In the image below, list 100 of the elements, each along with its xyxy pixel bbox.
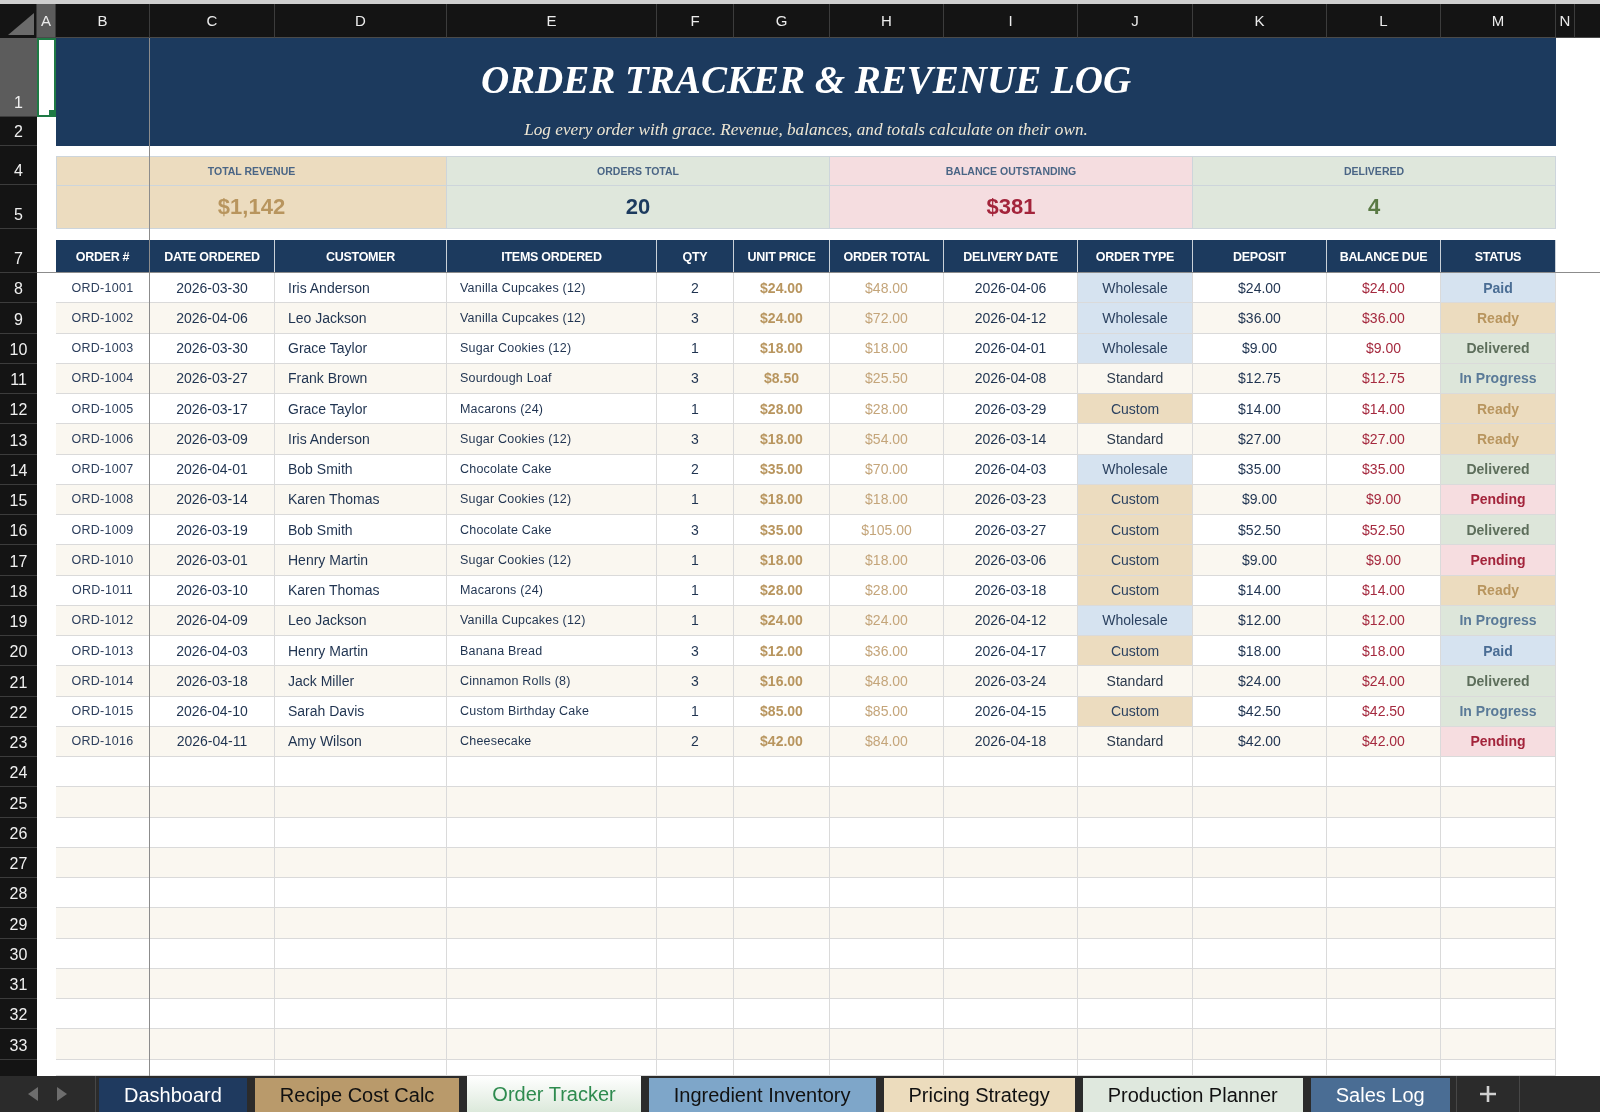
- table-cell: ORD-1008: [56, 484, 150, 515]
- table-cell: 1: [657, 394, 734, 425]
- column-letter[interactable]: A: [37, 4, 56, 38]
- table-cell: $85.00: [734, 696, 830, 727]
- status-cell: Ready: [1441, 394, 1556, 425]
- order-type-cell: Standard: [1078, 363, 1193, 394]
- table-cell: 1: [657, 333, 734, 364]
- table-cell: Sugar Cookies (12): [447, 333, 657, 364]
- table-cell: $35.00: [734, 454, 830, 485]
- table-cell: $12.00: [1193, 605, 1327, 636]
- order-type-cell: Standard: [1078, 666, 1193, 697]
- table-cell: 2026-03-30: [150, 273, 275, 304]
- table-heading: DATE ORDERED: [150, 240, 275, 273]
- order-type-cell: Standard: [1078, 726, 1193, 757]
- status-cell: Pending: [1441, 545, 1556, 576]
- sheet-tab[interactable]: Production Planner: [1082, 1078, 1303, 1112]
- sheet-tab[interactable]: Dashboard: [99, 1078, 247, 1112]
- table-cell: Sugar Cookies (12): [447, 545, 657, 576]
- status-cell: Pending: [1441, 484, 1556, 515]
- order-type-cell: Standard: [1078, 424, 1193, 455]
- table-cell: Chocolate Cake: [447, 515, 657, 546]
- table-cell: 2026-04-03: [150, 636, 275, 667]
- table-cell: $24.00: [734, 605, 830, 636]
- add-sheet-button[interactable]: [1455, 1076, 1520, 1112]
- sheet-tab[interactable]: Order Tracker: [467, 1076, 641, 1112]
- table-cell: 2: [657, 454, 734, 485]
- table-cell: $12.75: [1327, 363, 1441, 394]
- table-cell: $42.00: [734, 726, 830, 757]
- table-cell: Banana Bread: [447, 636, 657, 667]
- table-cell: $14.00: [1193, 394, 1327, 425]
- table-cell: 2026-04-12: [944, 605, 1078, 636]
- table-cell: Sarah Davis: [275, 696, 447, 727]
- table-cell: $42.00: [1327, 726, 1441, 757]
- row-number[interactable]: 1: [0, 38, 37, 117]
- table-cell: Vanilla Cupcakes (12): [447, 273, 657, 304]
- table-cell: 2026-03-14: [150, 484, 275, 515]
- table-cell: 1: [657, 484, 734, 515]
- sheet-tab[interactable]: Pricing Strategy: [883, 1078, 1075, 1112]
- table-cell: 2: [657, 726, 734, 757]
- table-heading: QTY: [657, 240, 734, 273]
- order-type-cell: Wholesale: [1078, 454, 1193, 485]
- sheet-subtitle: Log every order with grace. Revenue, balances, and totals calculate on their own.: [524, 119, 1088, 141]
- table-cell: Jack Miller: [275, 666, 447, 697]
- left-arrow-icon[interactable]: [27, 1087, 38, 1101]
- table-cell: Karen Thomas: [275, 484, 447, 515]
- order-type-cell: Custom: [1078, 696, 1193, 727]
- corner-triangle-icon[interactable]: [8, 13, 34, 35]
- table-heading: BALANCE DUE: [1327, 240, 1441, 273]
- table-cell: $36.00: [1193, 303, 1327, 334]
- table-cell: 2026-04-03: [944, 454, 1078, 485]
- table-cell: 2026-04-01: [944, 333, 1078, 364]
- table-cell: 2026-04-08: [944, 363, 1078, 394]
- table-cell: 1: [657, 696, 734, 727]
- table-cell: 2026-04-12: [944, 303, 1078, 334]
- summary-value: $381: [986, 194, 1036, 220]
- table-cell: $24.00: [1327, 666, 1441, 697]
- right-arrow-icon[interactable]: [57, 1087, 68, 1101]
- table-heading: DELIVERY DATE: [944, 240, 1078, 273]
- table-cell: $24.00: [1193, 666, 1327, 697]
- sheet-tab[interactable]: Ingredient Inventory: [648, 1078, 876, 1112]
- table-cell: Vanilla Cupcakes (12): [447, 605, 657, 636]
- table-cell: 3: [657, 363, 734, 394]
- order-type-cell: Custom: [1078, 636, 1193, 667]
- table-cell: $36.00: [830, 636, 944, 667]
- table-cell: $12.00: [1327, 605, 1441, 636]
- table-cell: $35.00: [734, 515, 830, 546]
- status-cell: In Progress: [1441, 363, 1556, 394]
- table-cell: 2026-03-17: [150, 394, 275, 425]
- table-cell: $35.00: [1193, 454, 1327, 485]
- summary-value: 20: [625, 194, 651, 220]
- table-heading: CUSTOMER: [275, 240, 447, 273]
- table-cell: Leo Jackson: [275, 303, 447, 334]
- table-cell: $18.00: [830, 484, 944, 515]
- table-cell: 2: [657, 273, 734, 304]
- sheet-tab[interactable]: Recipe Cost Calc: [254, 1078, 460, 1112]
- table-cell: $72.00: [830, 303, 944, 334]
- table-cell: $24.00: [1327, 273, 1441, 304]
- table-cell: $52.50: [1327, 515, 1441, 546]
- table-cell: 2026-04-18: [944, 726, 1078, 757]
- table-cell: Custom Birthday Cake: [447, 696, 657, 727]
- table-cell: 2026-03-01: [150, 545, 275, 576]
- table-cell: $14.00: [1193, 575, 1327, 606]
- summary-value: $1,142: [217, 194, 286, 220]
- table-cell: $18.00: [830, 545, 944, 576]
- table-cell: Amy Wilson: [275, 726, 447, 757]
- table-cell: Karen Thomas: [275, 575, 447, 606]
- table-cell: 1: [657, 575, 734, 606]
- status-cell: Delivered: [1441, 666, 1556, 697]
- table-cell: 3: [657, 424, 734, 455]
- table-cell: 2026-03-09: [150, 424, 275, 455]
- table-cell: ORD-1002: [56, 303, 150, 334]
- table-cell: ORD-1004: [56, 363, 150, 394]
- table-cell: 1: [657, 605, 734, 636]
- sheet-tab[interactable]: Sales Log: [1310, 1078, 1450, 1112]
- status-cell: Delivered: [1441, 515, 1556, 546]
- table-heading: STATUS: [1441, 240, 1556, 273]
- table-cell: Vanilla Cupcakes (12): [447, 303, 657, 334]
- table-heading: ORDER TYPE: [1078, 240, 1193, 273]
- table-cell: 2026-03-18: [944, 575, 1078, 606]
- table-cell: $28.00: [830, 575, 944, 606]
